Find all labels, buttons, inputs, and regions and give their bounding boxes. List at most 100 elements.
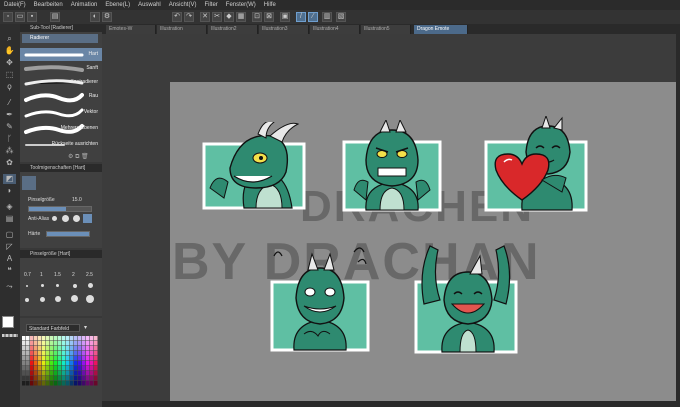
aa-weak[interactable] — [62, 215, 69, 222]
color-swatch[interactable] — [38, 346, 42, 351]
color-swatch[interactable] — [74, 356, 78, 361]
color-swatch[interactable] — [30, 336, 34, 341]
color-swatch[interactable] — [58, 376, 62, 381]
color-swatch[interactable] — [70, 356, 74, 361]
color-swatch[interactable] — [22, 366, 26, 371]
color-swatch[interactable] — [70, 336, 74, 341]
color-swatch[interactable] — [26, 376, 30, 381]
clear-icon[interactable]: ✕ — [200, 12, 210, 22]
color-swatch[interactable] — [34, 376, 38, 381]
color-swatch[interactable] — [82, 346, 86, 351]
color-swatch[interactable] — [54, 346, 58, 351]
color-swatch[interactable] — [38, 361, 42, 366]
transparent-color-swatch[interactable] — [2, 334, 18, 337]
color-swatch[interactable] — [26, 351, 30, 356]
color-swatch[interactable] — [82, 351, 86, 356]
color-swatch[interactable] — [74, 381, 78, 386]
brush-icon[interactable]: ᚴ — [3, 134, 16, 144]
lasso-icon[interactable]: ϙ — [3, 82, 16, 92]
color-swatch[interactable] — [74, 361, 78, 366]
color-swatch[interactable] — [34, 361, 38, 366]
color-swatch[interactable] — [66, 336, 70, 341]
settings-icon[interactable]: ⚙ — [102, 12, 112, 22]
hardness-slider[interactable] — [46, 231, 90, 237]
text-icon[interactable]: A — [3, 254, 16, 264]
size-dot[interactable] — [71, 295, 78, 302]
size-dot[interactable] — [41, 284, 44, 287]
color-swatch[interactable] — [62, 356, 66, 361]
color-swatch[interactable] — [94, 351, 98, 356]
tab-illustration5[interactable]: Illustration5 — [361, 25, 411, 34]
color-swatch[interactable] — [86, 336, 90, 341]
color-swatch[interactable] — [34, 381, 38, 386]
snap-ruler-icon[interactable]: ⁄ — [308, 12, 318, 22]
color-swatch[interactable] — [42, 376, 46, 381]
color-swatch[interactable] — [70, 381, 74, 386]
size-dot[interactable] — [25, 298, 29, 302]
color-swatch[interactable] — [66, 376, 70, 381]
color-swatch[interactable] — [30, 346, 34, 351]
size-dot[interactable] — [26, 285, 28, 287]
emote-cheer[interactable] — [410, 242, 522, 354]
color-swatch[interactable] — [66, 381, 70, 386]
color-swatch[interactable] — [38, 371, 42, 376]
menu-auswahl[interactable]: Auswahl — [134, 0, 165, 10]
color-swatch[interactable] — [34, 341, 38, 346]
color-swatch[interactable] — [38, 356, 42, 361]
tab-dragon-emote[interactable]: Dragon Emote — [414, 25, 468, 34]
color-swatch[interactable] — [94, 341, 98, 346]
subtool-settings-icon[interactable]: ⚙ — [68, 154, 73, 160]
color-swatch[interactable] — [58, 366, 62, 371]
color-swatch[interactable] — [62, 376, 66, 381]
color-swatch[interactable] — [70, 361, 74, 366]
color-swatch[interactable] — [94, 346, 98, 351]
color-swatch[interactable] — [94, 361, 98, 366]
size-dot[interactable] — [56, 284, 59, 287]
color-swatch[interactable] — [30, 356, 34, 361]
color-swatch[interactable] — [26, 336, 30, 341]
color-swatch[interactable] — [50, 341, 54, 346]
redo-icon[interactable]: ↷ — [184, 12, 194, 22]
color-set-select[interactable]: Standard Farbfeld — [26, 324, 80, 332]
color-swatch[interactable] — [62, 381, 66, 386]
color-swatch[interactable] — [46, 361, 50, 366]
color-swatch[interactable] — [70, 351, 74, 356]
menu-bearbeiten[interactable]: Bearbeiten — [30, 0, 67, 10]
color-swatch[interactable] — [30, 366, 34, 371]
color-swatch[interactable] — [78, 346, 82, 351]
color-swatch[interactable] — [50, 346, 54, 351]
color-swatch[interactable] — [46, 356, 50, 361]
color-swatch[interactable] — [30, 371, 34, 376]
size-dot[interactable] — [88, 283, 93, 288]
decoration-icon[interactable]: ✿ — [3, 158, 16, 168]
subtool-copy-icon[interactable]: ⧉ — [75, 154, 79, 160]
transform-icon[interactable]: ▦ — [236, 12, 246, 22]
stabilization-icon[interactable]: / — [296, 12, 306, 22]
emote-grin[interactable] — [200, 122, 308, 210]
color-swatch[interactable] — [30, 361, 34, 366]
undo-icon[interactable]: ↶ — [172, 12, 182, 22]
color-swatch[interactable] — [50, 361, 54, 366]
color-swatch[interactable] — [86, 346, 90, 351]
color-swatch[interactable] — [22, 341, 26, 346]
color-swatch[interactable] — [66, 356, 70, 361]
color-swatch[interactable] — [62, 336, 66, 341]
color-swatch[interactable] — [78, 361, 82, 366]
color-swatch[interactable] — [30, 381, 34, 386]
color-swatch[interactable] — [90, 351, 94, 356]
color-swatch[interactable] — [94, 381, 98, 386]
balloon-icon[interactable]: ❝ — [3, 266, 16, 276]
color-swatch[interactable] — [86, 366, 90, 371]
color-swatch[interactable] — [78, 381, 82, 386]
color-swatch[interactable] — [82, 381, 86, 386]
color-swatch[interactable] — [42, 351, 46, 356]
color-swatch[interactable] — [86, 351, 90, 356]
color-swatches[interactable] — [22, 336, 98, 386]
brush-mehrere-ebenen[interactable]: Mehrere Ebenen — [20, 122, 102, 135]
color-swatch[interactable] — [70, 371, 74, 376]
vertical-scrollbar[interactable] — [676, 34, 680, 407]
color-swatch[interactable] — [78, 371, 82, 376]
color-swatch[interactable] — [22, 371, 26, 376]
color-swatch[interactable] — [50, 336, 54, 341]
color-swatch[interactable] — [30, 341, 34, 346]
